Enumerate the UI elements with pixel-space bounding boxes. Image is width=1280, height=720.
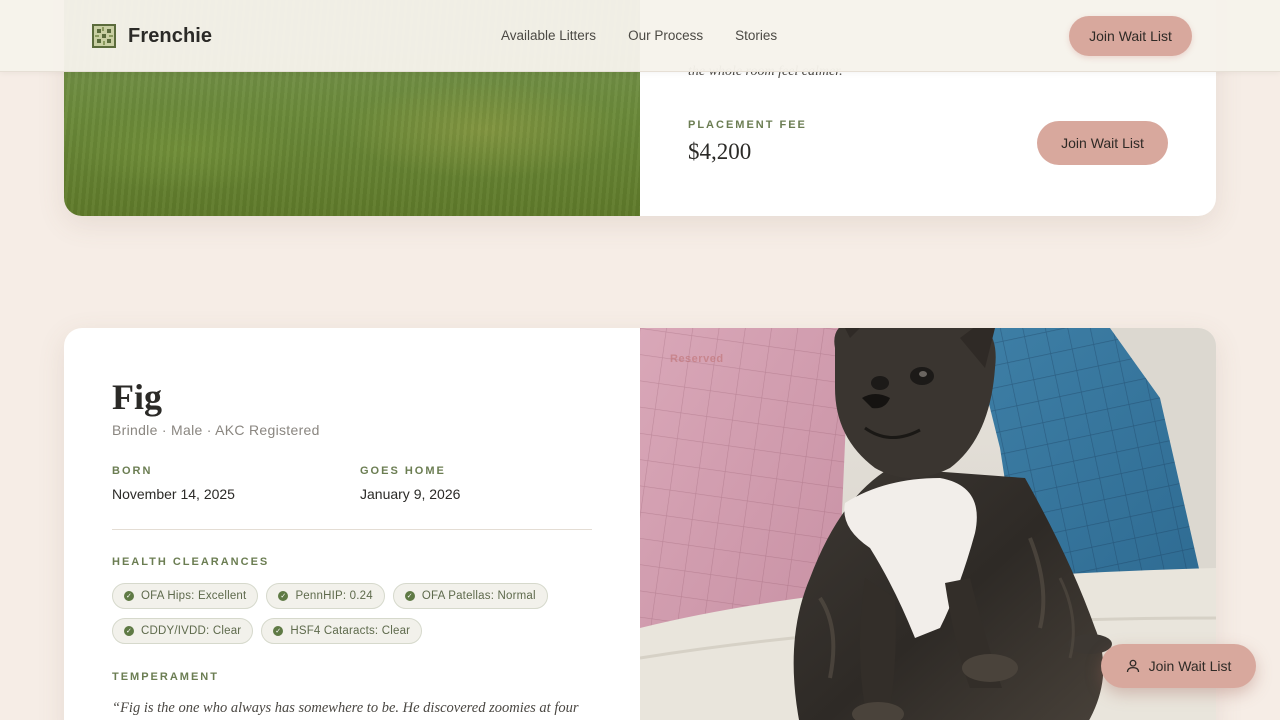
card-join-waitlist-button[interactable]: Join Wait List [1037, 121, 1168, 165]
nav-stories[interactable]: Stories [735, 28, 777, 43]
floating-join-waitlist-button[interactable]: Join Wait List [1101, 644, 1256, 688]
puppy-meta: Brindle · Male · AKC Registered [112, 422, 320, 438]
clearance-text: PennHIP: 0.24 [295, 590, 373, 602]
site-header: Frenchie Available Litters Our Process S… [0, 0, 1280, 72]
clearance-chip: ✓ CDDY/IVDD: Clear [112, 618, 254, 644]
puppy-card-fig: Fig Brindle · Male · AKC Registered BORN… [64, 328, 1216, 720]
clearance-chip: ✓ OFA Hips: Excellent [112, 583, 259, 609]
divider [112, 529, 592, 530]
clearance-text: OFA Patellas: Normal [421, 590, 536, 602]
brand-name: Frenchie [128, 24, 213, 47]
born-value: November 14, 2025 [112, 486, 235, 502]
health-clearances-label: HEALTH CLEARANCES [112, 556, 270, 568]
user-icon [1126, 659, 1139, 673]
clearance-text: CDDY/IVDD: Clear [141, 625, 242, 637]
floating-cta-label: Join Wait List [1148, 658, 1232, 674]
temperament-quote: “Fig is the one who always has somewhere… [112, 700, 579, 716]
check-icon: ✓ [404, 591, 415, 601]
temperament-label: TEMPERAMENT [112, 671, 219, 683]
nav-available-litters[interactable]: Available Litters [501, 28, 596, 43]
goes-home-label: GOES HOME [360, 465, 446, 477]
born-label: BORN [112, 465, 153, 477]
born-fact: BORN November 14, 2025 [112, 465, 235, 502]
check-icon: ✓ [124, 591, 134, 601]
clearance-chip: ✓ HSF4 Cataracts: Clear [261, 618, 423, 644]
reserved-tag: Reserved [670, 353, 724, 365]
check-icon: ✓ [273, 626, 284, 636]
check-icon: ✓ [278, 591, 289, 601]
check-icon: ✓ [124, 626, 134, 636]
placement-fee-label: PLACEMENT FEE [688, 119, 807, 131]
main-nav: Available Litters Our Process Stories [501, 28, 777, 43]
clearance-chip: ✓ OFA Patellas: Normal [392, 583, 548, 609]
clearance-text: OFA Hips: Excellent [141, 590, 247, 602]
logo-icon [92, 24, 116, 48]
placement-fee-value: $4,200 [688, 139, 752, 164]
goes-home-fact: GOES HOME January 9, 2026 [360, 465, 460, 502]
puppy-name: Fig [112, 377, 162, 417]
health-clearances-list: ✓ OFA Hips: Excellent ✓ PennHIP: 0.24 ✓ OFA… [112, 583, 582, 644]
clearance-chip: ✓ PennHIP: 0.24 [266, 583, 385, 609]
header-join-waitlist-button[interactable]: Join Wait List [1069, 16, 1192, 56]
nav-our-process[interactable]: Our Process [628, 28, 703, 43]
goes-home-value: January 9, 2026 [360, 486, 461, 502]
brand-logo[interactable]: Frenchie [92, 24, 212, 48]
clearance-text: HSF4 Cataracts: Clear [290, 625, 411, 637]
